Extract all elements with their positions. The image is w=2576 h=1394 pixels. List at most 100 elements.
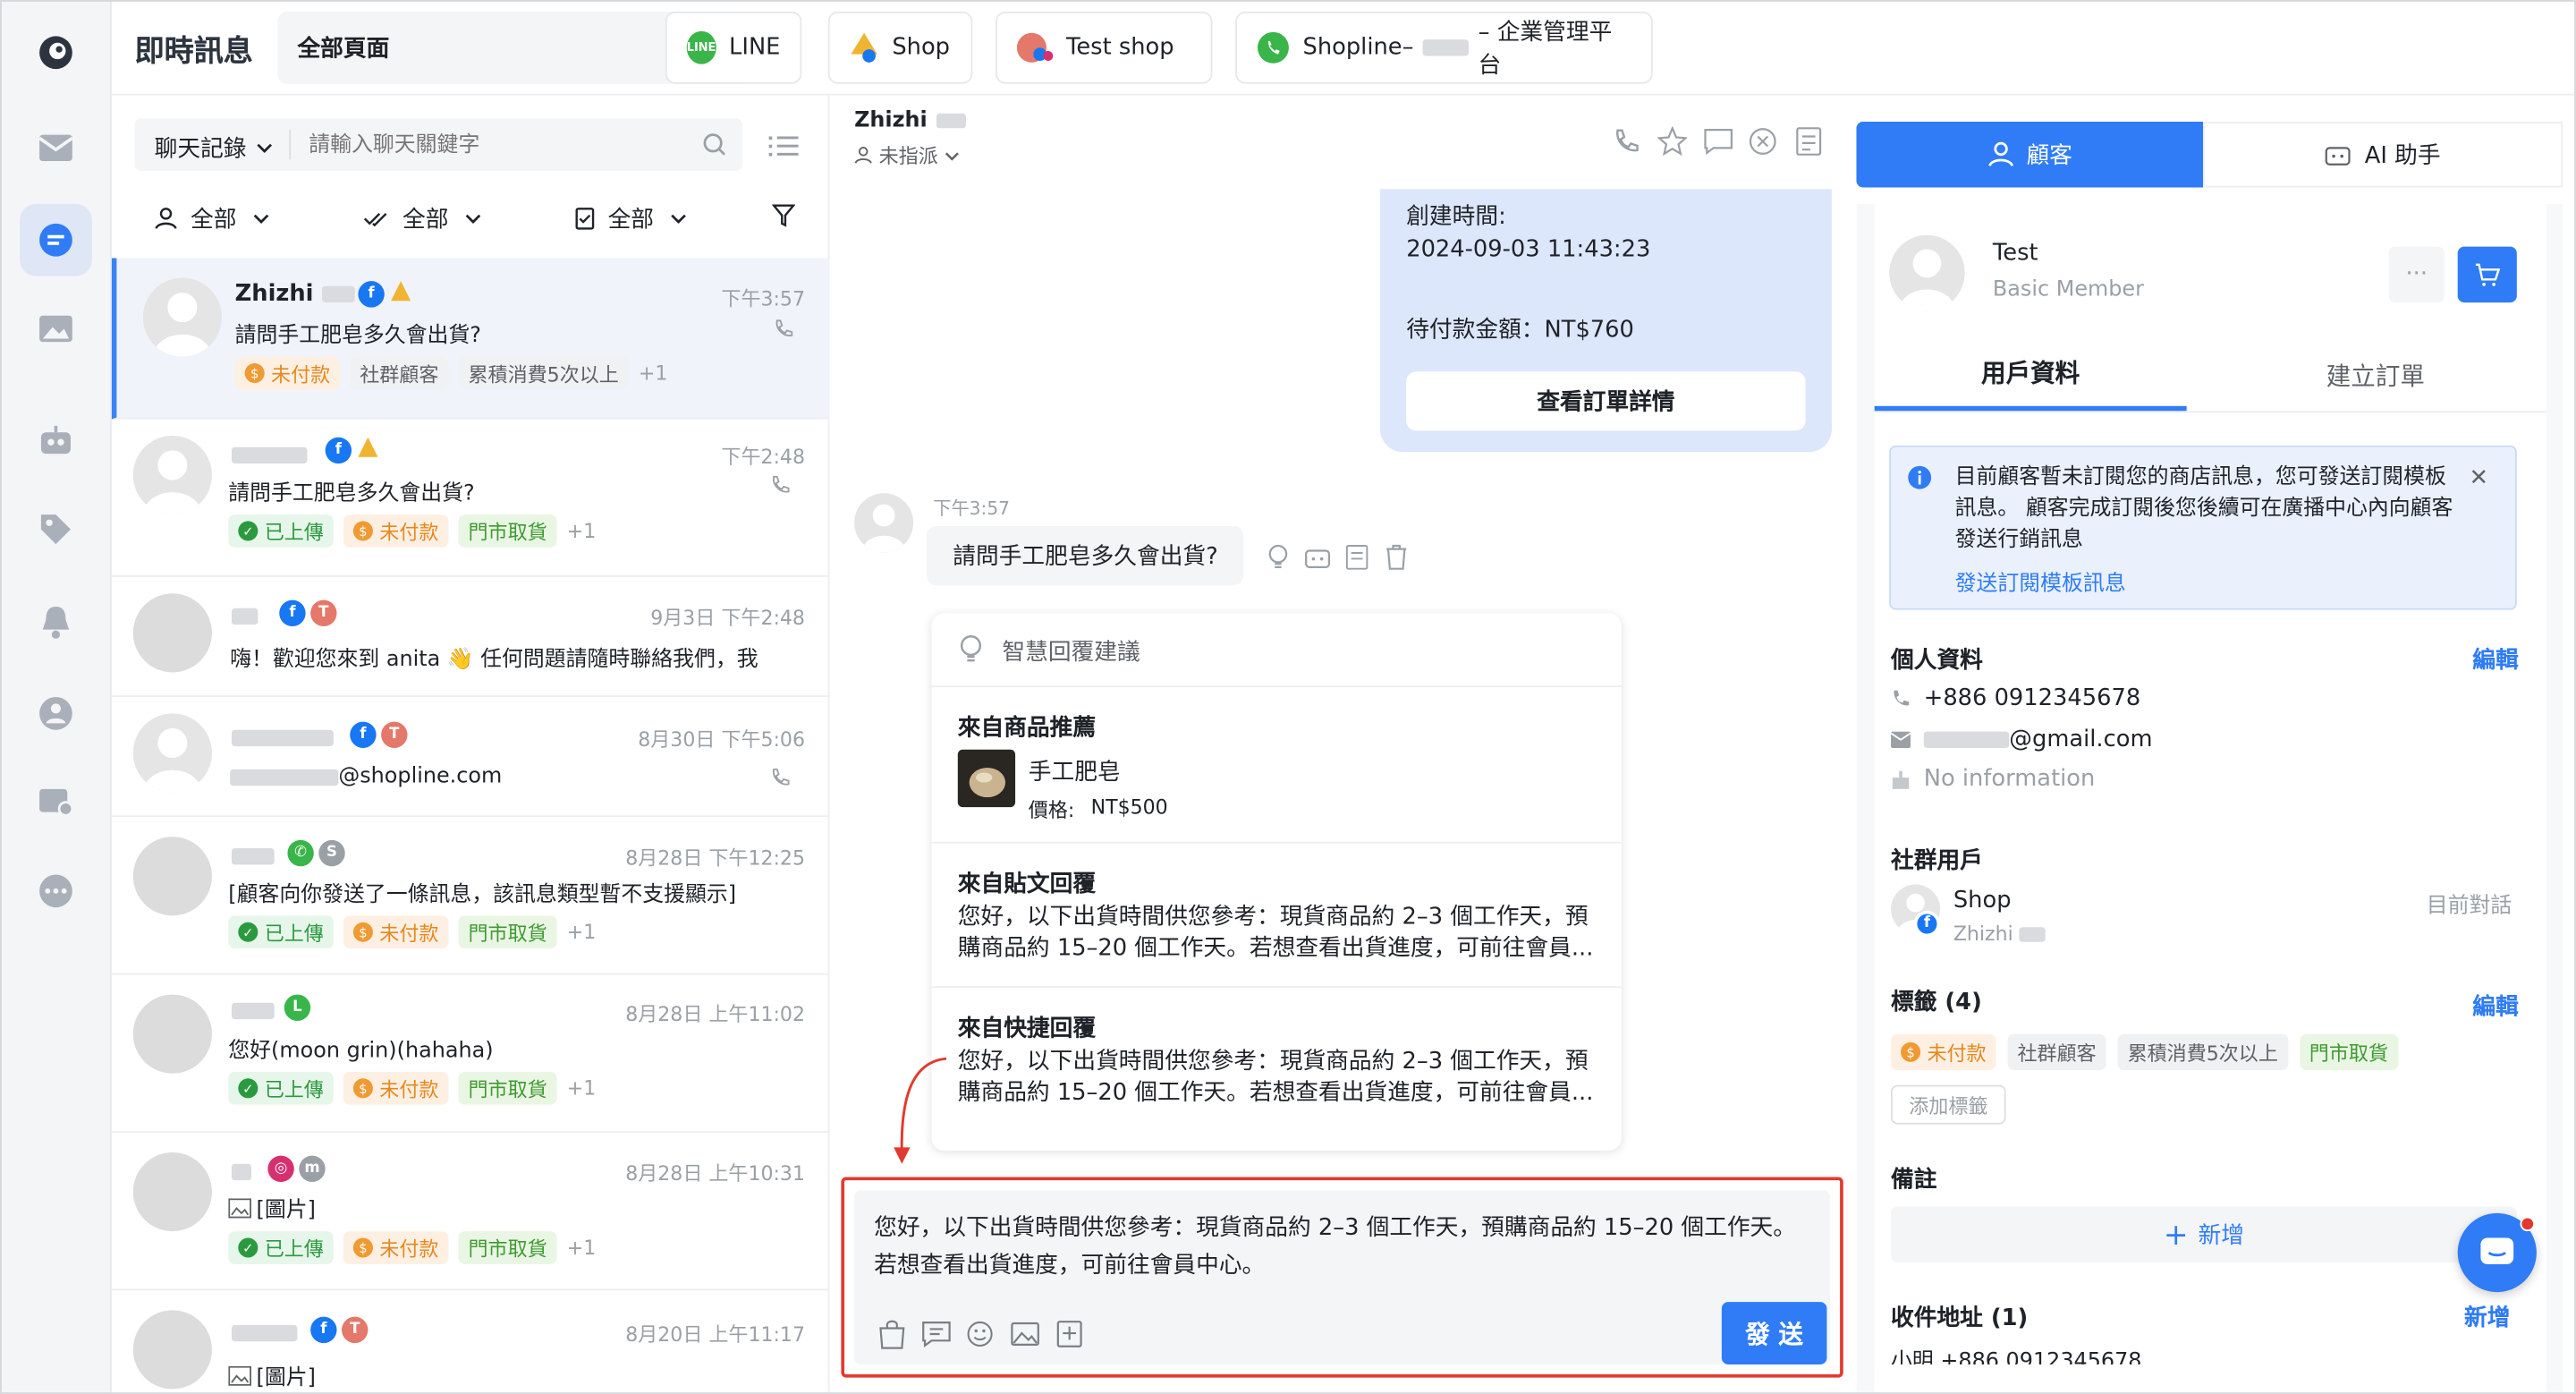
comment-icon[interactable] — [1704, 128, 1733, 155]
filter-funnel-icon[interactable] — [772, 204, 795, 227]
search-scope-dropdown[interactable]: 聊天記錄 — [155, 132, 273, 165]
support-chat-launcher[interactable] — [2457, 1212, 2537, 1293]
suggestion-product[interactable]: 來自商品推薦 手工肥皂 價格: NT$500 — [931, 685, 1622, 842]
suggestion-title: 來自貼文回覆 — [957, 871, 1097, 898]
suggestion-quick-reply[interactable]: 來自快捷回覆 您好，以下出貨時間供您參考：現貨商品約 2–3 個工作天，預購商品… — [931, 986, 1622, 1131]
tag: 門市取貨 — [2299, 1033, 2399, 1071]
conversation-name — [231, 1320, 298, 1345]
broadcast-icon[interactable] — [20, 766, 92, 838]
app-logo-icon[interactable] — [33, 30, 79, 75]
subtab-profile[interactable]: 用戶資料 — [1874, 338, 2187, 412]
search-input[interactable] — [309, 126, 687, 163]
test-shop-icon: T — [310, 599, 337, 627]
send-button[interactable]: 發 送 — [1721, 1302, 1827, 1364]
chat-contact-name: Zhizhi — [854, 108, 967, 133]
quick-reply-icon[interactable] — [921, 1320, 951, 1348]
conversation-name — [231, 844, 275, 869]
channel-tab-test-shop[interactable]: Test shop — [996, 11, 1213, 84]
emoji-icon[interactable] — [966, 1320, 994, 1347]
conversation-item[interactable]: f T 8月20日 上午11:17 [圖片] — [112, 1290, 830, 1394]
edit-tags-link[interactable]: 編輯 — [2472, 990, 2518, 1023]
channel-tab-shopline[interactable]: Shopline– – 企業管理平台 — [1235, 11, 1653, 84]
add-tag-button[interactable]: 添加標籤 — [1891, 1084, 2006, 1125]
conversation-item[interactable]: Zhizhi f 下午3:57 請問手工肥皂多久會出貨? $ 未付款 社群顧客 累… — [111, 258, 830, 420]
search-icon[interactable] — [701, 132, 727, 157]
bell-icon[interactable] — [20, 585, 92, 658]
tab-customer[interactable]: 顧客 — [1856, 121, 2204, 188]
user-group-icon[interactable] — [20, 677, 92, 750]
close-icon[interactable]: ✕ — [2470, 465, 2489, 491]
media-icon[interactable] — [20, 293, 92, 365]
tag-unpaid: $ 未付款 — [234, 356, 341, 390]
more-icon[interactable] — [20, 854, 92, 927]
add-note-button[interactable]: + 新增 — [1891, 1206, 2517, 1263]
conversation-time: 8月28日 上午10:31 — [625, 1161, 805, 1186]
note-icon[interactable] — [1796, 126, 1822, 156]
conversation-item[interactable]: ◎ m 8月28日 上午10:31 [圖片] ✓ 已上傳 $ 未付款 門市取貨 +1 — [111, 1133, 830, 1291]
avatar — [142, 277, 222, 357]
person-icon — [854, 147, 872, 165]
assignee-dropdown[interactable]: 未指派 — [854, 141, 960, 169]
conversation-time: 8月28日 下午12:25 — [625, 846, 805, 870]
more-tags-count: +1 — [566, 1236, 597, 1260]
conversation-preview: 您好(moon grin)(hahaha) — [228, 1039, 494, 1064]
person-icon — [1987, 141, 2013, 167]
filter-assignee[interactable]: 全部 — [155, 202, 270, 235]
inbox-icon[interactable] — [20, 112, 92, 184]
cart-button[interactable] — [2457, 246, 2517, 303]
conversation-item[interactable]: f T 9月3日 下午2:48 嗨！歡迎您來到 anita 👋 任何問題請隨時聯… — [111, 577, 830, 698]
list-view-icon[interactable] — [768, 135, 799, 158]
conversation-time: 下午3:57 — [721, 287, 805, 311]
tag-icon[interactable] — [20, 493, 92, 565]
trash-icon[interactable] — [1385, 544, 1408, 570]
message-input[interactable]: 您好，以下出貨時間供您參考：現貨商品約 2–3 個工作天，預購商品約 15–20… — [874, 1210, 1817, 1286]
panel-fade — [1874, 1364, 2546, 1394]
edit-personal-info-link[interactable]: 編輯 — [2472, 642, 2518, 676]
conversation-item[interactable]: f T 8月30日 下午5:06 @shopline.com — [111, 697, 830, 818]
add-address-link[interactable]: 新增 — [2464, 1300, 2510, 1333]
subtab-create-order[interactable]: 建立訂單 — [2219, 338, 2531, 411]
conversation-preview: 請問手工肥皂多久會出貨? — [228, 481, 475, 506]
call-icon[interactable] — [1614, 128, 1640, 154]
channel-tab-label: Test shop — [1066, 34, 1174, 61]
image-upload-icon[interactable] — [1011, 1322, 1040, 1347]
phone-icon — [770, 475, 790, 495]
filter-status[interactable]: 全部 — [575, 202, 687, 235]
tag: 社群顧客 — [2007, 1033, 2106, 1071]
conversation-item[interactable]: L 8月28日 上午11:02 您好(moon grin)(hahaha) ✓ 已… — [111, 975, 830, 1133]
tag: 門市取貨 — [458, 1231, 557, 1264]
shopping-bag-icon[interactable] — [879, 1320, 905, 1349]
channel-tab-shop[interactable]: Shop — [827, 11, 973, 84]
line-icon: LINE — [686, 30, 716, 64]
tag: 門市取貨 — [458, 514, 557, 548]
divider — [289, 130, 292, 160]
tag-unpaid: $ 未付款 — [343, 514, 449, 548]
tag-unpaid: $ 未付款 — [343, 1231, 449, 1264]
phone-icon — [770, 768, 790, 787]
filter-read-status[interactable]: 全部 — [363, 202, 481, 235]
channel-tab-line[interactable]: LINE LINE — [665, 11, 802, 84]
more-options-button[interactable]: ··· — [2388, 246, 2445, 303]
bot-icon[interactable] — [1304, 544, 1330, 570]
product-name: 手工肥皂 — [1028, 759, 1121, 786]
app-title: 即時訊息 — [134, 34, 253, 70]
star-icon[interactable] — [1657, 126, 1688, 157]
attach-icon[interactable] — [1056, 1320, 1082, 1347]
tab-ai-assistant[interactable]: AI 助手 — [2203, 121, 2563, 188]
note-icon[interactable] — [1345, 544, 1368, 570]
chat-icon[interactable] — [20, 203, 92, 276]
conversation-item[interactable]: ✆ S 8月28日 下午12:25 [顧客向你發送了一條訊息，該訊息類型暫不支援… — [111, 817, 830, 975]
send-subscription-template-link[interactable]: 發送訂閱模板訊息 — [1955, 565, 2126, 597]
conversation-name — [231, 603, 258, 628]
suggestion-post[interactable]: 來自貼文回覆 您好，以下出貨時間供您參考：現貨商品約 2–3 個工作天，預購商品… — [931, 841, 1622, 987]
conversation-time: 9月3日 下午2:48 — [650, 606, 805, 630]
shopline-icon: S — [318, 839, 345, 867]
email-value: @gmail.com — [1923, 727, 2153, 752]
close-circle-icon[interactable] — [1748, 126, 1777, 156]
bot-icon[interactable] — [20, 404, 92, 477]
conversation-item[interactable]: f 下午2:48 請問手工肥皂多久會出貨? ✓ 已上傳 $ 未付款 門市取貨 +1 — [111, 420, 830, 577]
lightbulb-icon[interactable] — [1267, 544, 1290, 570]
notice-text: 目前顧客暫未訂閱您的商店訊息，您可發送訂閱模板訊息。 顧客完成訂閱後您後續可在廣… — [1954, 464, 2453, 553]
conversation-name — [231, 725, 334, 750]
view-order-details-button[interactable]: 查看訂單詳情 — [1406, 371, 1806, 431]
